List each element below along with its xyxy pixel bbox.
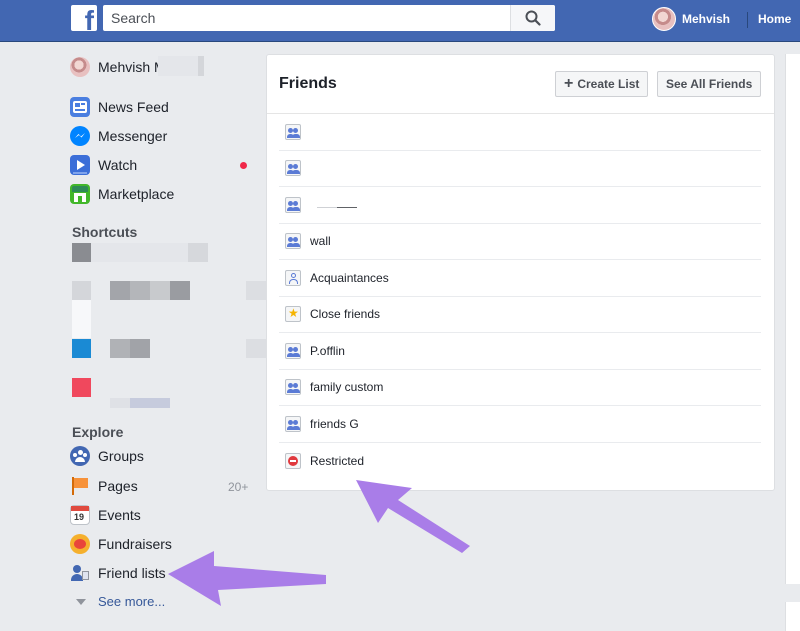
annotation-arrow-icon bbox=[356, 480, 470, 553]
annotation-arrow-icon bbox=[168, 551, 326, 606]
annotation-arrows bbox=[168, 480, 470, 606]
